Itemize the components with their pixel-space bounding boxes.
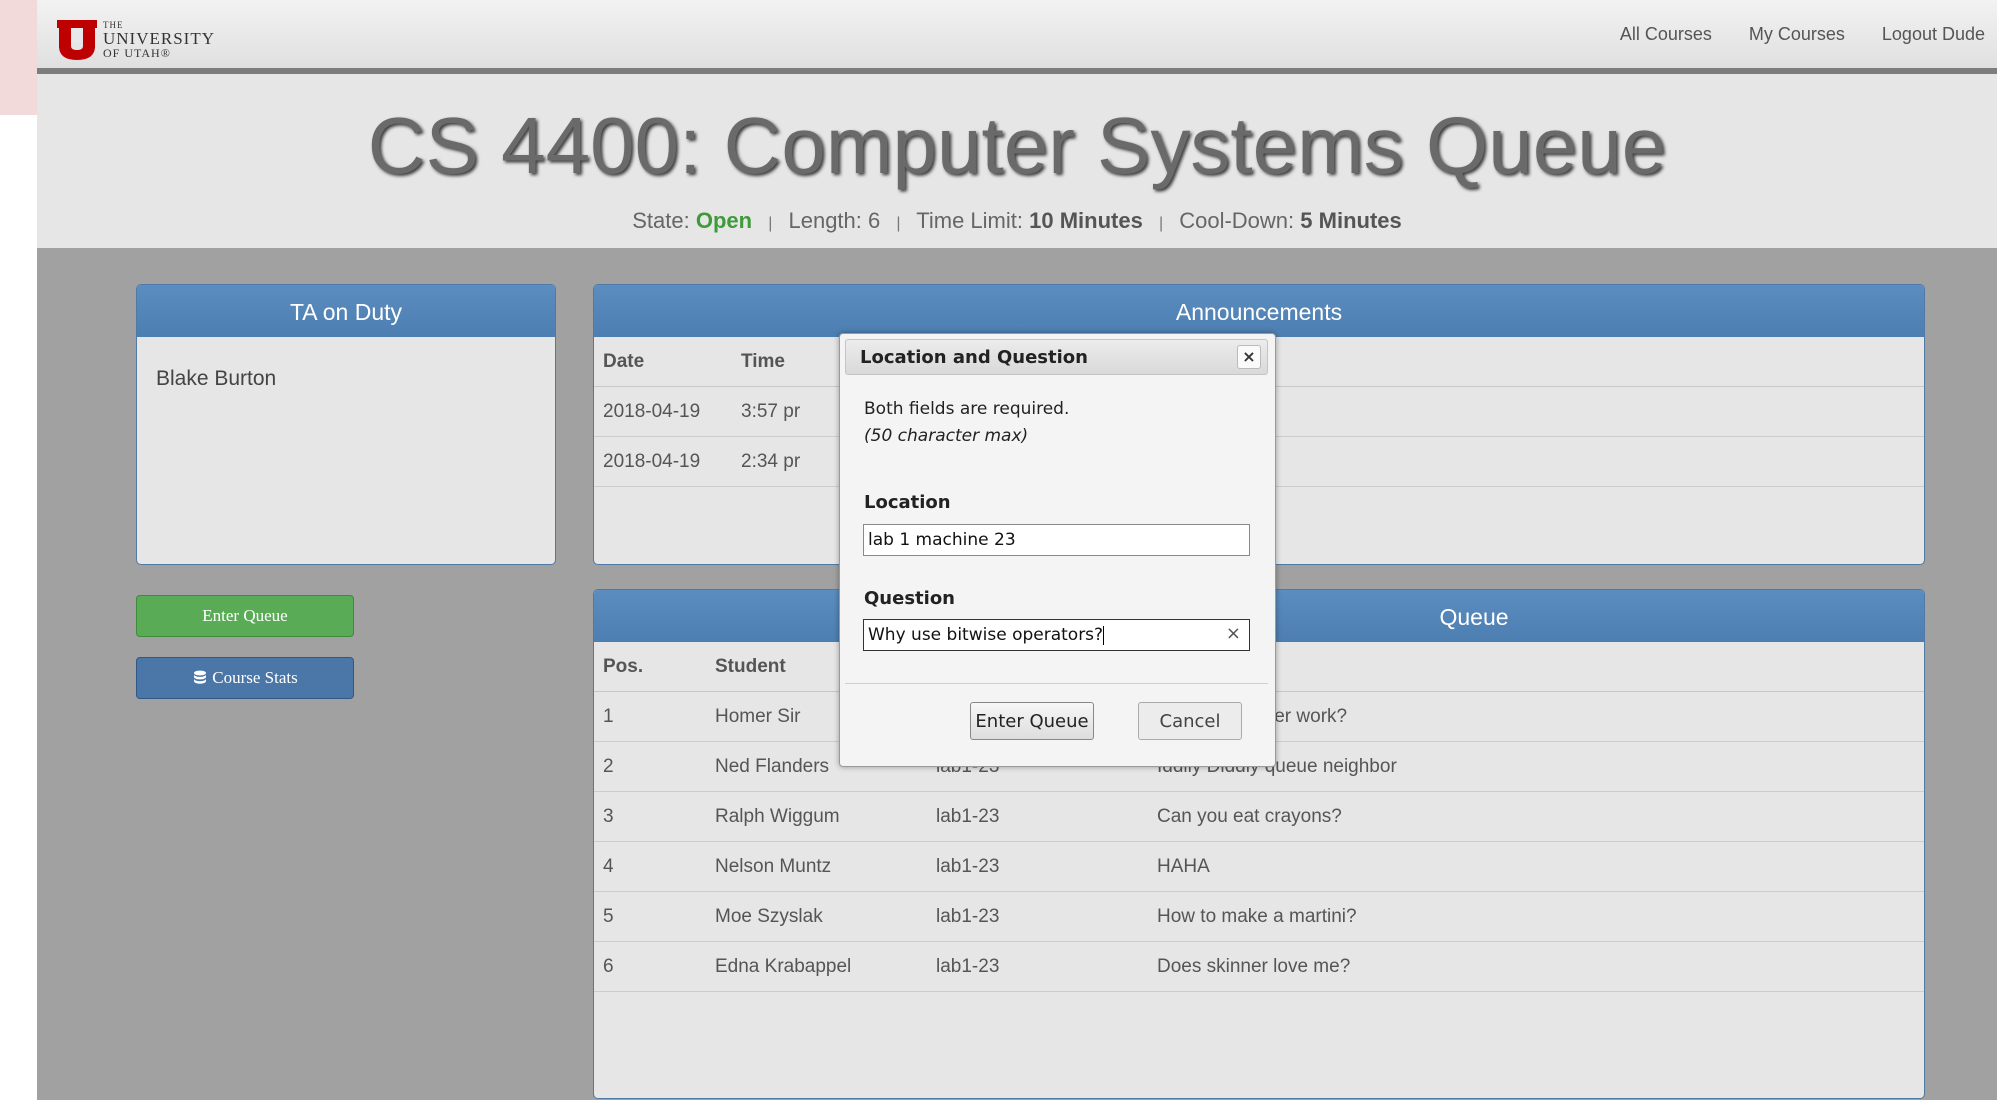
state-label: State: [632,208,690,233]
background-accent [0,0,37,115]
header-band: CS 4400: Computer Systems Queue State: O… [37,74,1997,248]
screen: THE UNIVERSITY OF UTAH® All Courses My C… [0,0,1997,1100]
queue-position: 4 [594,841,706,892]
location-input[interactable]: lab 1 machine 23 [863,524,1250,556]
queue-location: lab1-23 [927,841,1148,892]
queue-title: Queue [1439,604,1509,630]
time-limit-label: Time Limit: [916,208,1023,233]
time-limit-value: 10 Minutes [1029,208,1143,233]
course-stats-button[interactable]: Course Stats [136,657,354,699]
location-input-value: lab 1 machine 23 [868,530,1016,550]
queue-student: Moe Szyslak [706,891,927,942]
nav-all-courses[interactable]: All Courses [1620,24,1712,45]
text-cursor [1103,625,1105,645]
queue-question: How to make a martini? [1148,891,1924,942]
queue-position: 5 [594,891,706,942]
top-navbar: THE UNIVERSITY OF UTAH® All Courses My C… [37,0,1997,74]
announcement-date: 2018-04-19 [594,436,732,487]
question-input[interactable]: Why use bitwise operators? × [863,619,1250,651]
logo-line-2: UNIVERSITY [103,29,215,48]
queue-position: 3 [594,791,706,842]
logo-wordmark: THE UNIVERSITY OF UTAH® [103,21,215,60]
queue-location: lab1-23 [927,941,1148,992]
nav-my-courses[interactable]: My Courses [1749,24,1845,45]
ta-panel-title: TA on Duty [137,285,555,337]
state-value: Open [695,208,753,233]
dialog-titlebar[interactable]: Location and Question × [845,339,1268,375]
page: THE UNIVERSITY OF UTAH® All Courses My C… [37,0,1997,1100]
nav-links: All Courses My Courses Logout Dude [1620,24,1985,45]
separator: | [896,215,901,232]
queue-question: Can you eat crayons? [1148,791,1924,842]
enter-queue-button-label: Enter Queue [202,606,288,625]
cooldown-label: Cool-Down: [1179,208,1295,233]
queue-question: Does skinner love me? [1148,941,1924,992]
queue-question: HAHA [1148,841,1924,892]
separator: | [768,215,773,232]
table-row: 3 Ralph Wiggum lab1-23 Can you eat crayo… [594,791,1924,842]
nav-logout[interactable]: Logout Dude [1882,24,1985,45]
queue-position: 1 [594,691,706,742]
page-title: CS 4400: Computer Systems Queue [367,101,1667,190]
table-row: 5 Moe Szyslak lab1-23 How to make a mart… [594,891,1924,942]
close-icon[interactable]: × [1237,345,1261,369]
university-logo[interactable]: THE UNIVERSITY OF UTAH® [57,18,215,62]
queue-position: 6 [594,941,706,992]
logo-line-3: OF UTAH® [103,46,171,60]
dialog-divider [845,683,1268,684]
queue-location: lab1-23 [927,791,1148,842]
column-header-date: Date [594,337,732,387]
utah-u-icon [57,20,97,60]
dialog-note-max: (50 character max) [864,426,1029,446]
dialog-enter-queue-button[interactable]: Enter Queue [970,702,1094,740]
queue-position: 2 [594,741,706,792]
column-header-position: Pos. [594,642,706,692]
question-input-value: Why use bitwise operators? [868,625,1104,645]
location-question-dialog: Location and Question × Both fields are … [839,333,1276,767]
dialog-cancel-button[interactable]: Cancel [1138,702,1242,740]
queue-status-line: State: Open | Length: 6 | Time Limit: 10… [37,208,1997,234]
course-stats-button-label: Course Stats [212,668,298,687]
database-icon [194,670,207,684]
cooldown-value: 5 Minutes [1300,208,1402,233]
table-row: 6 Edna Krabappel lab1-23 Does skinner lo… [594,941,1924,992]
queue-student: Ralph Wiggum [706,791,927,842]
dialog-note: Both fields are required. [864,399,1070,419]
clear-icon[interactable]: × [1226,623,1241,644]
location-label: Location [864,492,951,513]
announcements-title: Announcements [594,285,1924,337]
queue-student: Edna Krabappel [706,941,927,992]
queue-student: Nelson Muntz [706,841,927,892]
table-row: 4 Nelson Muntz lab1-23 HAHA [594,841,1924,892]
length-label: Length: 6 [788,208,881,233]
enter-queue-button[interactable]: Enter Queue [136,595,354,637]
dialog-title: Location and Question [860,347,1088,368]
question-label: Question [864,588,955,609]
ta-on-duty-panel: TA on Duty Blake Burton [136,284,556,565]
queue-location: lab1-23 [927,891,1148,942]
announcement-date: 2018-04-19 [594,386,732,437]
separator: | [1158,215,1164,232]
ta-name: Blake Burton [156,367,277,390]
